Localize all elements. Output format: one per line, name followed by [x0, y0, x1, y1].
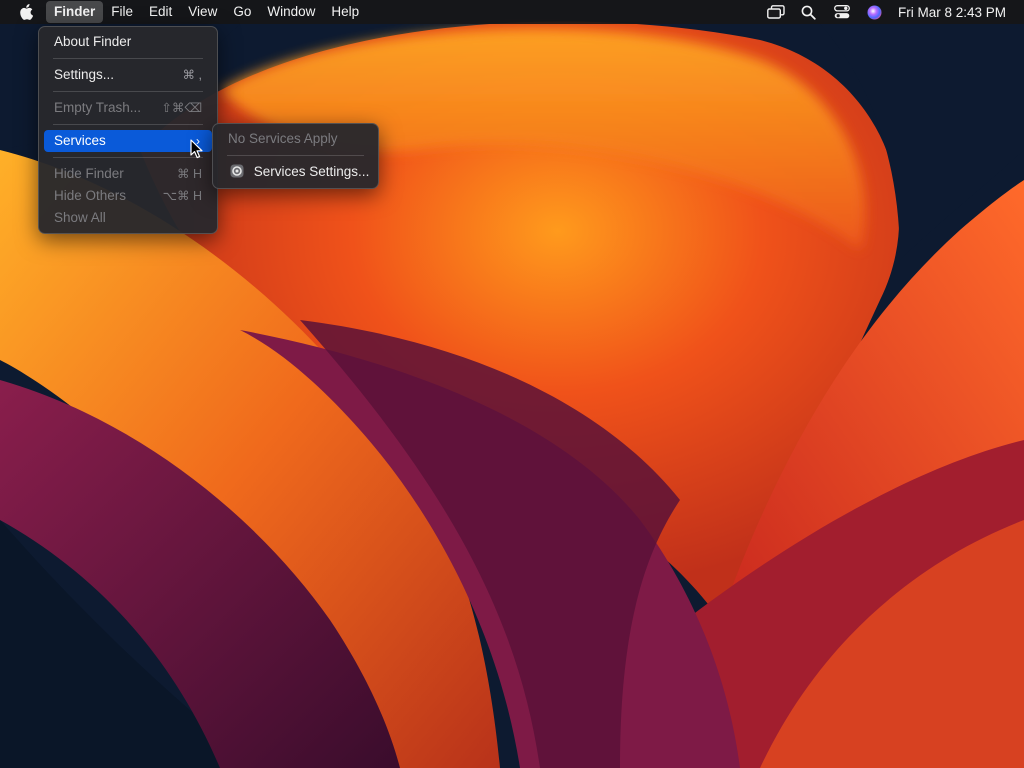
desktop: Finder File Edit View Go Window Help Fri…	[0, 0, 1024, 768]
menu-item-label: Show All	[54, 210, 106, 225]
menu-file[interactable]: File	[103, 1, 141, 23]
menu-bar-left: Finder File Edit View Go Window Help	[0, 0, 367, 24]
menu-bar-right: Fri Mar 8 2:43 PM	[756, 0, 1024, 24]
screen-mirroring-icon[interactable]	[763, 1, 789, 23]
menu-view[interactable]: View	[180, 1, 225, 23]
menu-separator	[53, 91, 203, 92]
siri-icon[interactable]	[862, 1, 888, 23]
menu-item-shortcut: ⇧⌘⌫	[161, 101, 202, 115]
services-submenu: No Services Apply Services Settings...	[212, 123, 379, 189]
menu-separator	[227, 155, 364, 156]
menu-item-shortcut: ⌥⌘ H	[162, 189, 202, 203]
menu-item-no-services-apply: No Services Apply	[218, 128, 373, 150]
menu-window[interactable]: Window	[259, 1, 323, 23]
menu-item-label: Empty Trash...	[54, 100, 142, 115]
menu-item-label: About Finder	[54, 34, 132, 49]
menu-item-services-settings[interactable]: Services Settings...	[218, 161, 373, 183]
menu-separator	[53, 157, 203, 158]
menu-separator	[53, 124, 203, 125]
menu-item-hide-finder: Hide Finder ⌘ H	[44, 163, 212, 185]
menu-go[interactable]: Go	[225, 1, 259, 23]
menu-item-shortcut: ⌘ H	[177, 167, 202, 181]
menu-help[interactable]: Help	[323, 1, 367, 23]
menu-item-label: Settings...	[54, 67, 115, 82]
menu-item-shortcut: ⌘ ,	[182, 68, 202, 82]
menu-edit[interactable]: Edit	[141, 1, 180, 23]
menu-item-show-all: Show All	[44, 207, 212, 229]
menu-item-label: Services Settings...	[253, 164, 370, 179]
menu-item-label: Hide Finder	[54, 166, 124, 181]
menu-separator	[53, 58, 203, 59]
menu-bar-clock[interactable]: Fri Mar 8 2:43 PM	[898, 5, 1006, 20]
menu-item-label: Hide Others	[54, 188, 127, 203]
finder-menu: About Finder Settings... ⌘ , Empty Trash…	[38, 26, 218, 234]
menu-item-hide-others: Hide Others ⌥⌘ H	[44, 185, 212, 207]
menu-finder[interactable]: Finder	[46, 1, 104, 23]
menu-item-about-finder[interactable]: About Finder	[44, 31, 212, 53]
menu-item-label: Services	[54, 133, 106, 148]
settings-gear-icon	[230, 163, 244, 178]
control-center-icon[interactable]	[829, 1, 855, 23]
menu-item-services[interactable]: Services ›	[44, 130, 212, 152]
apple-logo-icon[interactable]	[6, 1, 46, 23]
menu-item-empty-trash: Empty Trash... ⇧⌘⌫	[44, 97, 212, 119]
menu-item-settings[interactable]: Settings... ⌘ ,	[44, 64, 212, 86]
menu-item-label: No Services Apply	[228, 131, 338, 146]
menu-bar: Finder File Edit View Go Window Help Fri…	[0, 0, 1024, 24]
mouse-pointer-icon	[190, 139, 203, 159]
spotlight-search-icon[interactable]	[796, 1, 822, 23]
